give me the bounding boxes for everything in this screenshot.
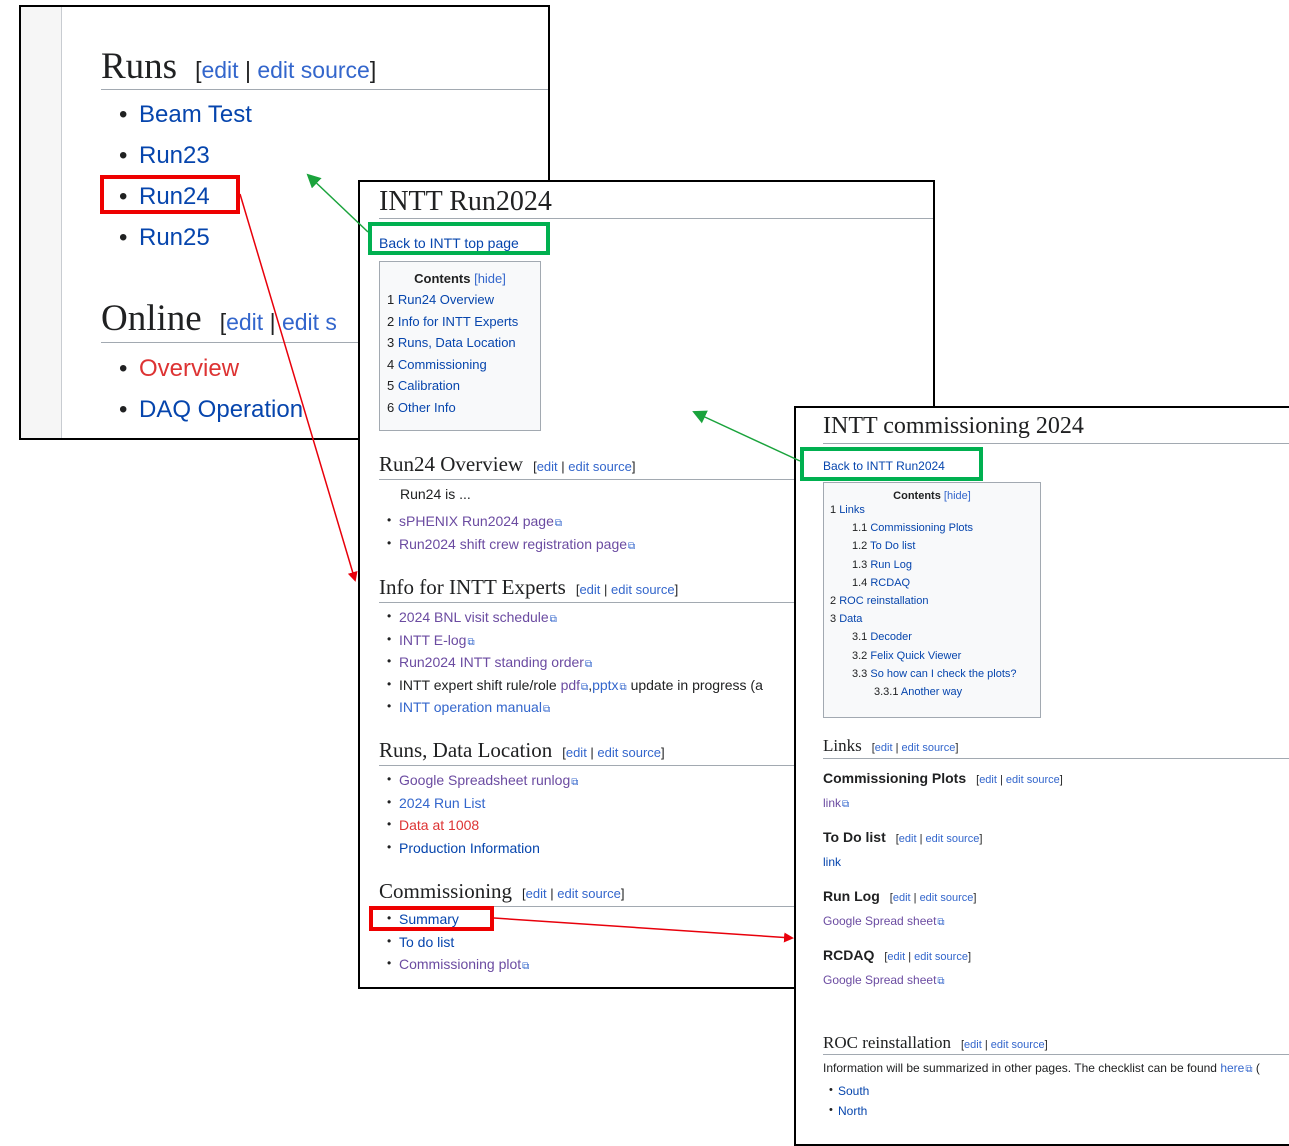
arrow-summary-to-commissioning — [493, 917, 794, 943]
arrow-run24-to-run2024 — [239, 193, 358, 582]
arrow-back-to-run2024 — [692, 410, 801, 462]
arrow-back-to-top — [306, 173, 369, 233]
navigation-arrows — [239, 173, 801, 943]
